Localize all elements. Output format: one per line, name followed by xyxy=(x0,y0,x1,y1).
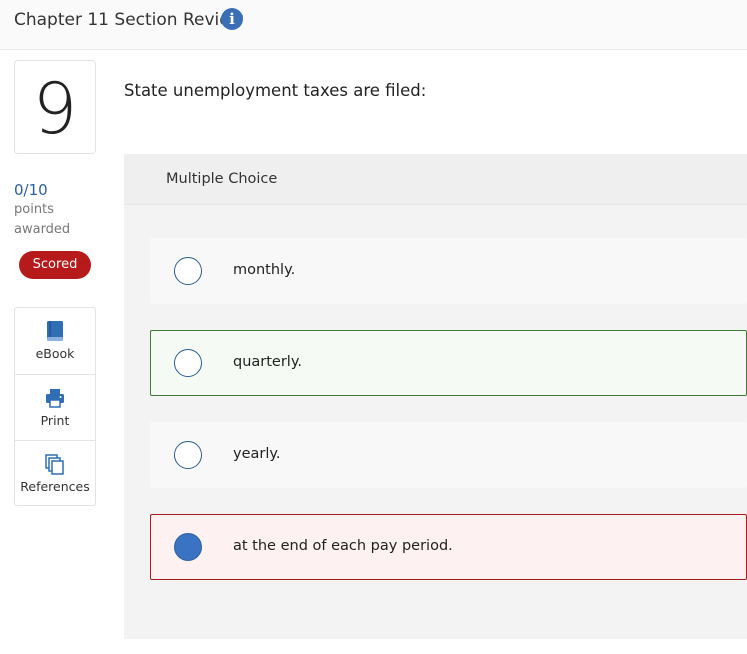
book-icon xyxy=(47,321,63,341)
tools-panel: eBook Print References xyxy=(14,307,96,506)
radio-button[interactable] xyxy=(174,257,202,285)
page-header: Chapter 11 Section Review i xyxy=(0,0,747,50)
answer-type-header: Multiple Choice xyxy=(124,154,747,205)
option-label: monthly. xyxy=(233,262,296,278)
question-number: 9 xyxy=(32,68,78,150)
answer-type-label: Multiple Choice xyxy=(166,171,278,187)
page-title: Chapter 11 Section Review xyxy=(14,10,244,30)
question-number-box: 9 xyxy=(14,60,96,154)
answer-area: Multiple Choice monthly. quarterly. year… xyxy=(124,154,747,639)
option-label: at the end of each pay period. xyxy=(233,538,453,554)
option-label: quarterly. xyxy=(233,354,302,370)
answer-option-monthly[interactable]: monthly. xyxy=(150,238,747,304)
question-text: State unemployment taxes are filed: xyxy=(124,81,427,100)
references-label: References xyxy=(20,479,90,494)
status-badge: Scored xyxy=(19,251,91,279)
awarded-label: awarded xyxy=(14,222,71,237)
references-icon xyxy=(45,454,64,475)
radio-button[interactable] xyxy=(174,349,202,377)
option-label: yearly. xyxy=(233,446,281,462)
radio-button[interactable] xyxy=(174,441,202,469)
answer-option-each-pay-period[interactable]: at the end of each pay period. xyxy=(150,514,747,580)
print-label: Print xyxy=(40,413,70,428)
info-icon[interactable]: i xyxy=(221,8,243,30)
references-button[interactable]: References xyxy=(15,440,95,506)
radio-button-selected[interactable] xyxy=(174,533,202,561)
print-button[interactable]: Print xyxy=(15,374,95,440)
ebook-button[interactable]: eBook xyxy=(15,308,95,374)
answer-option-yearly[interactable]: yearly. xyxy=(150,422,747,488)
score-value: 0/10 xyxy=(14,181,48,199)
ebook-label: eBook xyxy=(35,346,75,361)
answer-option-quarterly[interactable]: quarterly. xyxy=(150,330,747,396)
printer-icon xyxy=(46,389,64,408)
points-label: points xyxy=(14,202,54,217)
